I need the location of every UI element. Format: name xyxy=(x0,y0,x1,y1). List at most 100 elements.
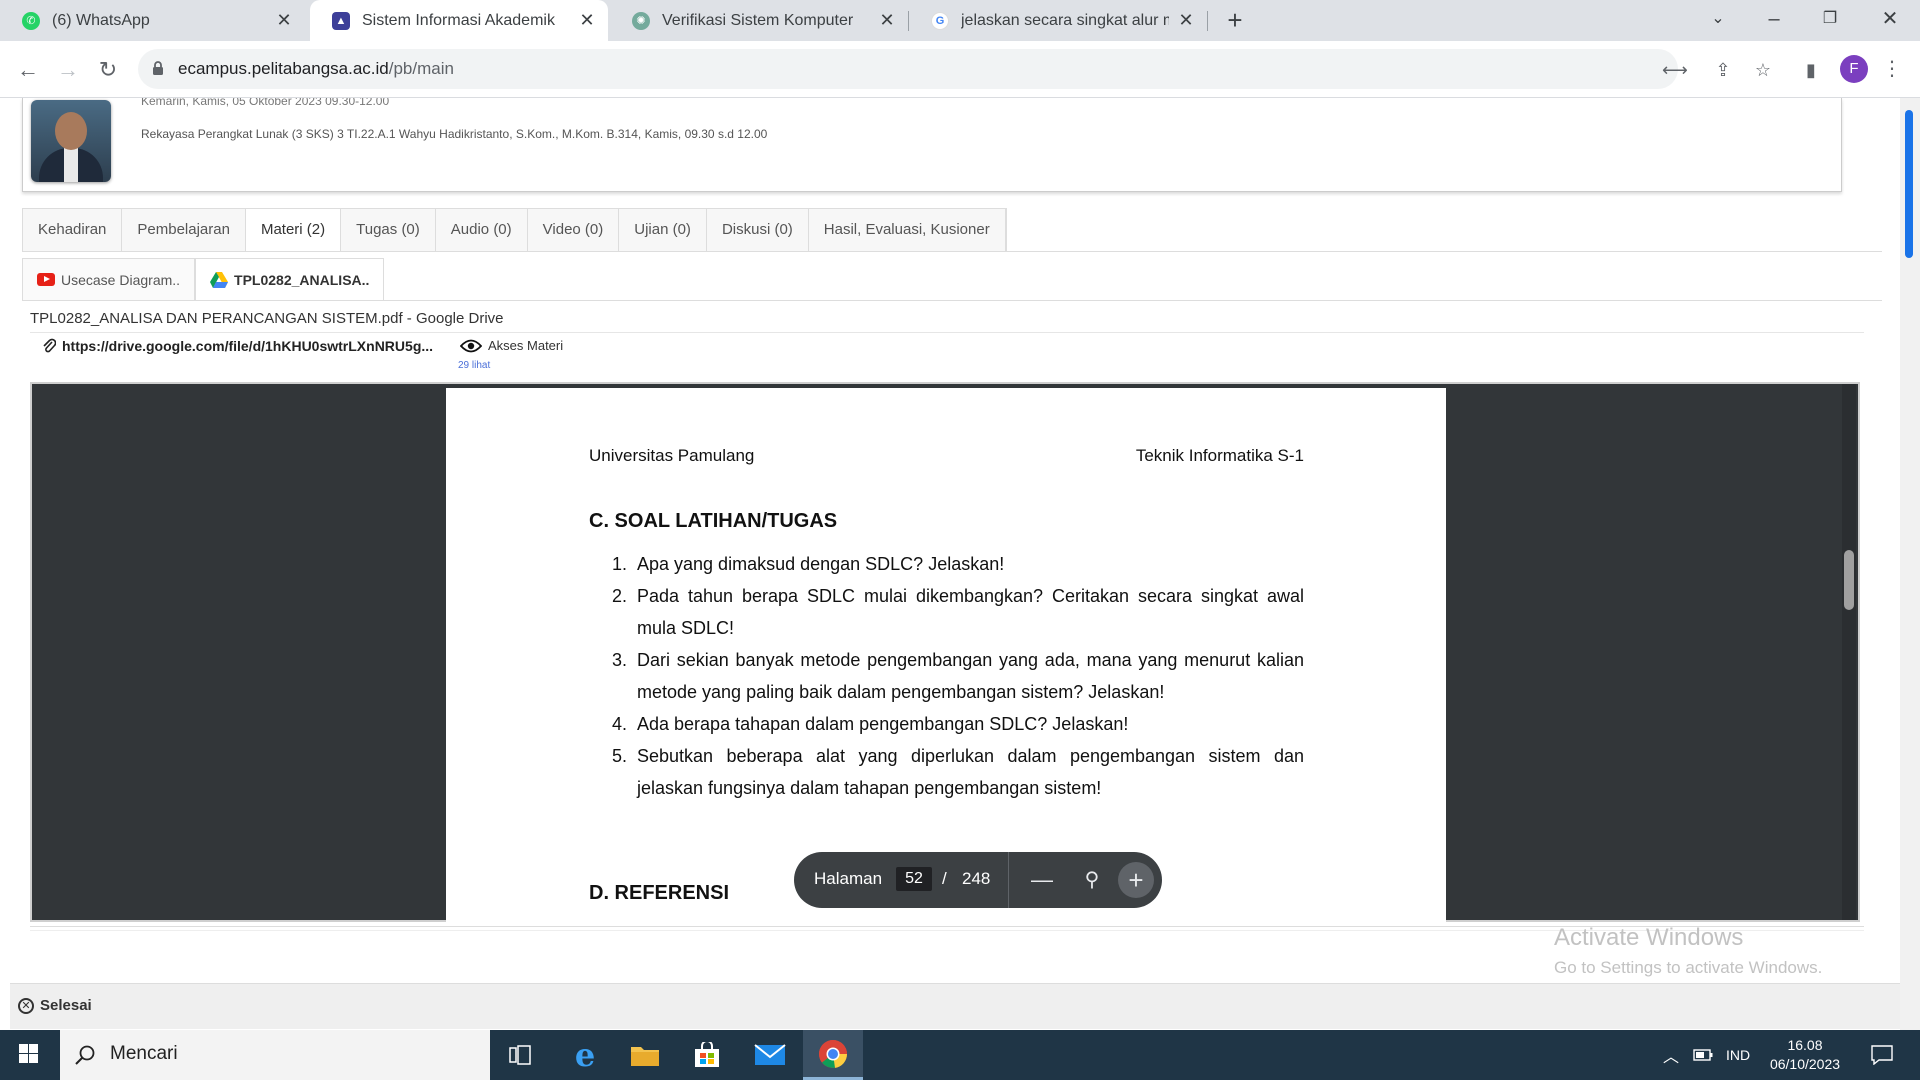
store-icon[interactable] xyxy=(677,1030,737,1080)
translate-icon[interactable]: ⟷ xyxy=(1662,59,1688,81)
pdf-scrollbar-thumb[interactable] xyxy=(1844,550,1854,610)
url-text: ecampus.pelitabangsa.ac.id/pb/main xyxy=(178,59,454,79)
chatgpt-icon: ✺ xyxy=(632,11,650,30)
browser-tab-sistem-informasi[interactable]: ▲ Sistem Informasi Akademik ✕ xyxy=(310,0,608,41)
search-placeholder: Mencari xyxy=(110,1043,178,1064)
close-icon[interactable]: ✕ xyxy=(1177,10,1195,31)
tab-diskusi[interactable]: Diskusi (0) xyxy=(706,209,809,251)
tab-kehadiran[interactable]: Kehadiran xyxy=(23,209,123,251)
reload-icon[interactable]: ↻ xyxy=(92,54,124,86)
browser-tab-whatsapp[interactable]: ✆ (6) WhatsApp ✕ xyxy=(0,0,305,41)
restore-icon[interactable]: ❐ xyxy=(1802,0,1858,41)
zoom-in-icon[interactable]: + xyxy=(1118,862,1154,898)
eye-icon xyxy=(460,339,482,352)
lecturer-card: Kemarin, Kamis, 05 Oktober 2023 09.30-12… xyxy=(22,98,1842,192)
pdf-viewer[interactable]: Universitas Pamulang Teknik Informatika … xyxy=(30,382,1860,922)
divider xyxy=(1008,852,1009,908)
material-tab-label: TPL0282_ANALISA.. xyxy=(234,271,370,288)
input-language[interactable]: IND xyxy=(1720,1030,1756,1080)
access-material-button[interactable]: Akses Materi xyxy=(460,338,563,353)
battery-icon[interactable] xyxy=(1688,1030,1718,1080)
clock-time: 16.08 xyxy=(1787,1037,1823,1053)
done-button[interactable]: ✕ Selesai xyxy=(18,997,92,1014)
back-arrow-icon[interactable]: ← xyxy=(12,54,44,86)
material-tab-label: Usecase Diagram.. xyxy=(61,271,181,288)
search-icon xyxy=(75,1045,95,1065)
pdf-header-left: Universitas Pamulang xyxy=(589,446,755,465)
tab-video[interactable]: Video (0) xyxy=(527,209,620,251)
activate-windows-title: Activate Windows xyxy=(1554,924,1744,951)
session-date: Kemarin, Kamis, 05 Oktober 2023 09.30-12… xyxy=(141,98,390,108)
edge-icon[interactable]: e xyxy=(555,1030,615,1080)
tray-chevron-up-icon[interactable]: ︿ xyxy=(1658,1030,1684,1080)
material-link[interactable]: https://drive.google.com/file/d/1hKHU0sw… xyxy=(42,338,433,354)
taskbar-search[interactable]: Mencari xyxy=(60,1030,490,1080)
zoom-magnifier-icon[interactable]: ⚲ xyxy=(1078,866,1106,894)
divider xyxy=(30,332,1864,333)
tab-tugas[interactable]: Tugas (0) xyxy=(341,209,436,251)
campus-logo-icon: ▲ xyxy=(332,11,350,30)
profile-avatar[interactable]: F xyxy=(1840,55,1868,83)
pdf-page-controls: Halaman 52 / 248 — ⚲ + xyxy=(794,852,1162,908)
chrome-icon[interactable] xyxy=(803,1030,863,1080)
tab-hasil-evaluasi[interactable]: Hasil, Evaluasi, Kusioner xyxy=(808,209,1006,251)
windows-start-icon[interactable] xyxy=(8,1042,48,1068)
pdf-header-right: Teknik Informatika S-1 xyxy=(1135,446,1304,465)
whatsapp-icon: ✆ xyxy=(22,11,40,30)
menu-kebab-icon[interactable]: ⋮ xyxy=(1882,55,1902,83)
system-clock[interactable]: 16.08 06/10/2023 xyxy=(1760,1036,1850,1074)
bookmark-star-icon[interactable]: ☆ xyxy=(1752,59,1774,81)
address-bar[interactable]: ecampus.pelitabangsa.ac.id/pb/main ⟷ xyxy=(138,49,1688,89)
divider xyxy=(22,251,1882,252)
tab-ujian[interactable]: Ujian (0) xyxy=(619,209,707,251)
close-icon[interactable]: ✕ xyxy=(578,10,596,31)
material-tab-tpl0282[interactable]: TPL0282_ANALISA.. xyxy=(195,258,385,300)
url-host: ecampus.pelitabangsa.ac.id xyxy=(178,59,389,78)
page-total: 248 xyxy=(962,869,991,888)
tab-audio[interactable]: Audio (0) xyxy=(435,209,528,251)
material-link-text[interactable]: https://drive.google.com/file/d/1hKHU0sw… xyxy=(62,338,433,354)
browser-tabstrip: ✆ (6) WhatsApp ✕ ▲ Sistem Informasi Akad… xyxy=(0,0,1920,41)
tab-title: Sistem Informasi Akademik xyxy=(362,11,555,29)
tab-separator xyxy=(1207,11,1208,31)
side-panel-icon[interactable]: ▮ xyxy=(1800,59,1822,81)
browser-toolbar: ← → ↻ ecampus.pelitabangsa.ac.id/pb/main… xyxy=(0,41,1920,98)
tab-search-chevron-icon[interactable]: ⌄ xyxy=(1690,0,1746,41)
mail-icon[interactable] xyxy=(740,1030,800,1080)
pdf-section-references: D. REFERENSI xyxy=(589,882,730,904)
course-info: Rekayasa Perangkat Lunak (3 SKS) 3 TI.22… xyxy=(141,127,768,141)
page-scrollbar[interactable] xyxy=(1900,98,1920,1030)
zoom-out-icon[interactable]: — xyxy=(1028,866,1056,894)
minimize-icon[interactable]: – xyxy=(1746,0,1802,41)
pdf-question-list: 1. Apa yang dimaksud dengan SDLC? Jelaska… xyxy=(589,548,1304,804)
file-explorer-icon[interactable] xyxy=(615,1030,675,1080)
pdf-page: Universitas Pamulang Teknik Informatika … xyxy=(446,388,1446,922)
window-close-icon[interactable]: ✕ xyxy=(1862,0,1918,41)
browser-tab-verifikasi[interactable]: ✺ Verifikasi Sistem Komputer ✕ xyxy=(610,0,908,41)
clock-date: 06/10/2023 xyxy=(1769,1056,1841,1072)
close-icon[interactable]: ✕ xyxy=(275,10,293,31)
activate-windows-subtitle: Go to Settings to activate Windows. xyxy=(1554,958,1823,977)
list-item: 1. Apa yang dimaksud dengan SDLC? Jelaska… xyxy=(611,554,1005,574)
paperclip-icon xyxy=(43,338,56,353)
list-item: 4. Ada berapa tahapan dalam pengembangan … xyxy=(611,714,1129,734)
youtube-icon xyxy=(37,273,55,286)
pdf-scrollbar[interactable] xyxy=(1842,384,1856,920)
notification-icon[interactable] xyxy=(1862,1030,1902,1080)
lock-icon xyxy=(153,61,163,75)
share-icon[interactable]: ⇪ xyxy=(1712,59,1734,81)
forward-arrow-icon[interactable]: → xyxy=(52,54,84,86)
list-item: 3. Dari sekian banyak metode pengembangan… xyxy=(611,650,1304,702)
page-number-input[interactable]: 52 xyxy=(896,867,932,891)
task-view-icon[interactable] xyxy=(490,1030,550,1080)
browser-tab-google[interactable]: G jelaskan secara singkat alur meto ✕ xyxy=(909,0,1207,41)
close-icon[interactable]: ✕ xyxy=(878,10,896,31)
tab-pembelajaran[interactable]: Pembelajaran xyxy=(122,209,246,251)
new-tab-button[interactable]: + xyxy=(1220,6,1250,36)
close-circle-icon: ✕ xyxy=(18,997,34,1014)
material-tab-usecase[interactable]: Usecase Diagram.. xyxy=(22,258,196,300)
divider xyxy=(22,300,1882,301)
page-scrollbar-thumb[interactable] xyxy=(1905,110,1913,258)
tab-materi[interactable]: Materi (2) xyxy=(245,209,342,251)
material-title: TPL0282_ANALISA DAN PERANCANGAN SISTEM.p… xyxy=(30,310,504,327)
